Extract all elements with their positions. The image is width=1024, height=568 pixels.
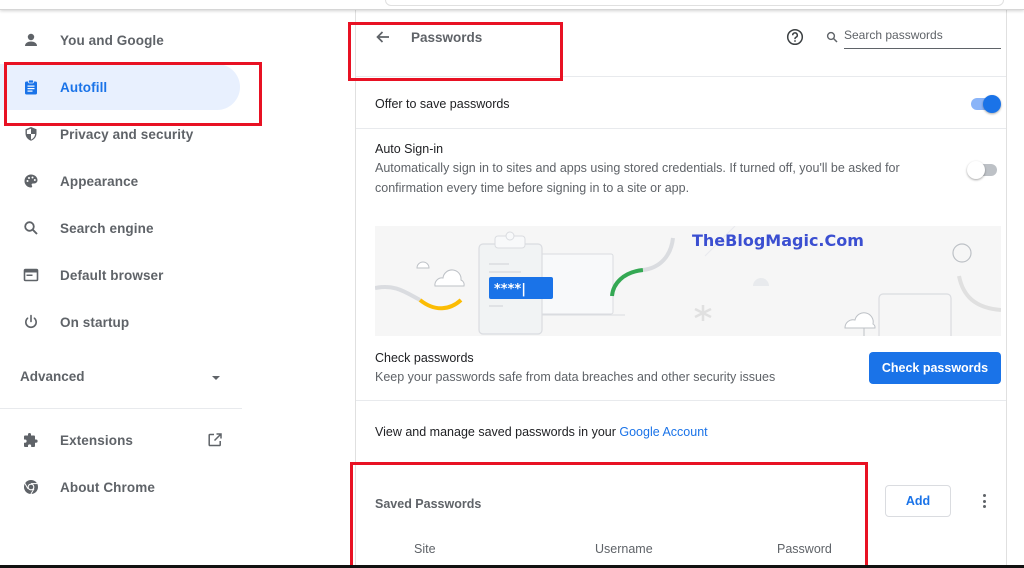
sidebar-divider: [0, 408, 242, 409]
sidebar-item-default-browser[interactable]: Default browser: [0, 252, 240, 298]
password-mask-text: ****|: [494, 282, 526, 297]
search-icon: [22, 219, 40, 237]
passwords-page: Passwords Offer to save passwords Auto S…: [355, 10, 1007, 568]
sidebar-item-search-engine[interactable]: Search engine: [0, 205, 240, 251]
search-passwords-field: [826, 26, 1002, 50]
check-passwords-button[interactable]: Check passwords: [869, 352, 1001, 384]
advanced-label: Advanced: [20, 369, 85, 384]
sidebar-item-label: Default browser: [60, 267, 164, 283]
auto-signin-row: Auto Sign-in Automatically sign in to si…: [356, 128, 1006, 208]
sidebar-item-label: Search engine: [60, 220, 154, 236]
help-icon[interactable]: [786, 28, 804, 46]
caret-down-icon: [212, 376, 220, 380]
sidebar-item-label: Privacy and security: [60, 126, 194, 142]
open-in-new-icon: [207, 432, 223, 453]
column-header-username[interactable]: Username: [595, 542, 653, 556]
settings-sidebar: You and Google Autofill Privacy and secu…: [0, 10, 258, 568]
sidebar-item-label: Extensions: [60, 432, 134, 448]
manage-text: View and manage saved passwords in your: [375, 425, 620, 439]
check-passwords-title: Check passwords: [375, 351, 474, 365]
sidebar-item-privacy-and-security[interactable]: Privacy and security: [0, 111, 240, 157]
sidebar-item-about-chrome[interactable]: About Chrome: [0, 464, 240, 510]
manage-passwords-row: View and manage saved passwords in your …: [356, 400, 1006, 460]
sidebar-item-label: You and Google: [60, 32, 164, 48]
illustration-graphic: ****|: [375, 226, 1001, 336]
check-passwords-illustration: ****| TheBlogMagic.Com: [375, 226, 1001, 336]
search-passwords-input[interactable]: [844, 26, 1001, 49]
puzzle-piece-icon: [22, 431, 40, 449]
sidebar-item-label: About Chrome: [60, 479, 155, 495]
sidebar-item-label: Appearance: [60, 173, 139, 189]
check-passwords-description: Keep your passwords safe from data breac…: [375, 370, 776, 384]
search-icon: [826, 30, 838, 43]
auto-signin-description: Automatically sign in to sites and apps …: [375, 161, 900, 195]
settings-search-bar-edge[interactable]: [385, 0, 1004, 6]
more-actions-icon[interactable]: [976, 492, 992, 510]
column-header-password[interactable]: Password: [777, 542, 832, 556]
google-account-link[interactable]: Google Account: [619, 425, 707, 439]
column-header-site[interactable]: Site: [414, 542, 436, 556]
offer-to-save-label: Offer to save passwords: [375, 97, 510, 111]
advanced-section-toggle[interactable]: Advanced: [0, 360, 240, 394]
offer-to-save-row: Offer to save passwords: [356, 76, 1006, 128]
sidebar-item-autofill[interactable]: Autofill: [0, 64, 240, 110]
sidebar-item-label: Autofill: [60, 79, 108, 95]
auto-signin-label: Auto Sign-in: [375, 142, 444, 156]
palette-icon: [22, 172, 40, 190]
power-icon: [22, 313, 40, 331]
page-header: Passwords: [356, 10, 1006, 76]
toggle-knob: [967, 161, 985, 179]
page-title: Passwords: [411, 30, 483, 45]
toggle-knob: [983, 95, 1001, 113]
browser-window-icon: [22, 266, 40, 284]
sidebar-item-extensions[interactable]: Extensions: [0, 417, 240, 463]
sidebar-item-on-startup[interactable]: On startup: [0, 299, 240, 345]
auto-signin-toggle[interactable]: [967, 161, 999, 179]
sidebar-item-appearance[interactable]: Appearance: [0, 158, 240, 204]
clipboard-icon: [22, 78, 40, 96]
back-arrow-icon[interactable]: [374, 28, 392, 46]
watermark-text: TheBlogMagic.Com: [692, 231, 864, 250]
manage-passwords-text: View and manage saved passwords in your …: [375, 425, 708, 439]
sidebar-item-label: On startup: [60, 314, 130, 330]
saved-passwords-heading: Saved Passwords: [375, 497, 482, 511]
person-icon: [22, 31, 40, 49]
chrome-logo-icon: [22, 478, 40, 496]
add-password-button[interactable]: Add: [885, 485, 951, 517]
top-toolbar-edge: [0, 0, 1024, 10]
sidebar-item-you-and-google[interactable]: You and Google: [0, 17, 240, 63]
shield-icon: [22, 125, 40, 143]
offer-to-save-toggle[interactable]: [969, 95, 1001, 113]
